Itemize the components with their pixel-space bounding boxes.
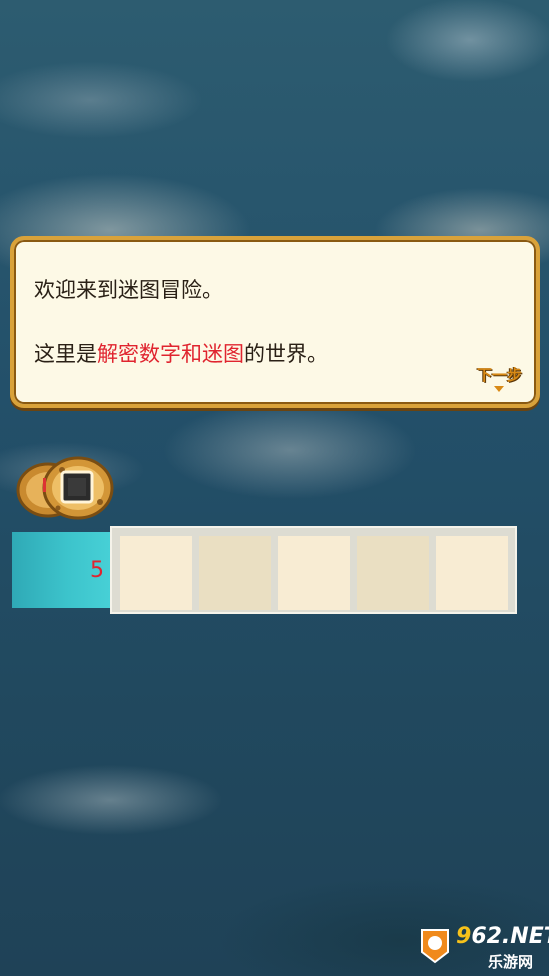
puzzle-cell[interactable] [278,536,350,610]
dialog-line-1: 欢迎来到迷图冒险。 [34,278,223,302]
next-step-button[interactable]: 下一步 [477,364,522,392]
next-step-label: 下一步 [476,366,522,384]
site-watermark: 962.NET 乐游网 [418,924,549,972]
dialog-line-2-suffix: 的世界。 [244,342,328,366]
watermark-sub: 乐游网 [488,953,534,971]
dialog-line-2-highlight: 解密数字和迷图 [97,342,244,366]
puzzle-cell[interactable] [120,536,192,610]
puzzle-row: 5 [0,526,517,614]
dialog-line-2: 这里是解密数字和迷图的世界。 [34,338,328,368]
dialog-line-2-prefix: 这里是 [34,342,97,366]
cookie-with-square-icon[interactable] [14,450,116,522]
puzzle-cell[interactable] [199,536,271,610]
row-clue: 5 [12,532,110,608]
puzzle-cell[interactable] [436,536,508,610]
watermark-brand: 962.NET [456,924,549,949]
watermark-logo-icon [421,929,449,964]
chevron-down-icon [494,386,505,392]
row-clue-number: 5 [90,558,104,583]
puzzle-cell[interactable] [357,536,429,610]
dialog-box[interactable]: 欢迎来到迷图冒险。 这里是解密数字和迷图的世界。 下一步 [10,236,540,408]
row-cells-container [110,526,517,614]
